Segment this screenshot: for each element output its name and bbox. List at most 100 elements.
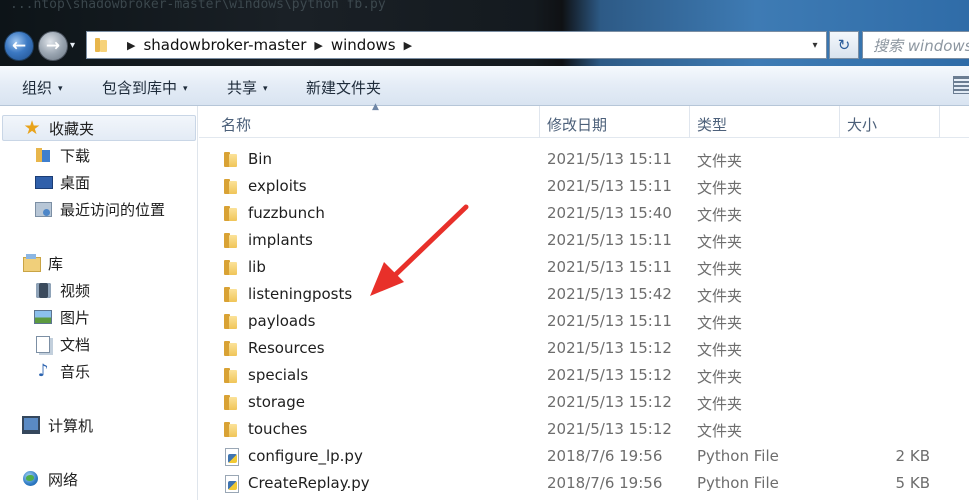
file-modified: 2018/7/6 19:56	[547, 474, 663, 492]
column-divider[interactable]	[539, 106, 540, 138]
file-name: Bin	[248, 150, 272, 168]
column-header-size[interactable]: 大小	[847, 114, 877, 135]
file-name: lib	[248, 258, 266, 276]
address-history-dropdown[interactable]: ▾	[804, 32, 826, 58]
background-window-text: ...ntop\shadowbroker-master\windows\pyth…	[10, 0, 386, 12]
search-input[interactable]: 搜索 windows	[862, 31, 969, 59]
nav-item-favorites[interactable]: ★ 收藏夹	[2, 115, 196, 141]
nav-item-music[interactable]: ♪ 音乐	[0, 358, 196, 384]
nav-item-documents[interactable]: 文档	[0, 331, 196, 357]
nav-item-label: 视频	[60, 281, 91, 300]
file-size: 2 KB	[895, 447, 930, 465]
nav-item-network[interactable]: 网络	[0, 466, 196, 492]
breadcrumb-windows[interactable]: windows	[331, 36, 396, 54]
file-name: touches	[248, 420, 308, 438]
file-row[interactable]: configure_lp.py 2018/7/6 19:56 Python Fi…	[199, 443, 969, 470]
chevron-down-icon: ▾	[183, 84, 188, 94]
back-button[interactable]: ←	[4, 31, 34, 61]
chevron-right-icon[interactable]: ▶	[404, 39, 412, 52]
file-row[interactable]: Resources 2021/5/13 15:12 文件夹	[199, 335, 969, 362]
folder-icon	[223, 394, 239, 411]
column-header-row: ▲ 名称 修改日期 类型 大小	[199, 102, 969, 138]
libraries-icon	[22, 254, 41, 272]
file-row[interactable]: fuzzbunch 2021/5/13 15:40 文件夹	[199, 200, 969, 227]
nav-item-label: 收藏夹	[49, 119, 95, 138]
arrow-left-icon: ←	[11, 36, 27, 56]
file-type: Python File	[697, 474, 779, 492]
share-menu[interactable]: 共享 ▾	[227, 77, 268, 98]
folder-icon	[223, 286, 239, 303]
column-divider[interactable]	[939, 106, 940, 138]
file-row[interactable]: storage 2021/5/13 15:12 文件夹	[199, 389, 969, 416]
file-modified: 2021/5/13 15:11	[547, 312, 672, 330]
folder-icon	[223, 151, 239, 168]
file-type: 文件夹	[697, 422, 743, 440]
organize-label: 组织	[22, 79, 53, 97]
column-divider[interactable]	[839, 106, 840, 138]
documents-library-icon	[34, 335, 52, 353]
file-modified: 2021/5/13 15:11	[547, 177, 672, 195]
file-row[interactable]: specials 2021/5/13 15:12 文件夹	[199, 362, 969, 389]
address-bar[interactable]: ▶ shadowbroker-master ▶ windows ▶ ▾	[86, 31, 827, 59]
column-header-type[interactable]: 类型	[697, 114, 727, 135]
column-header-name[interactable]: 名称	[221, 114, 251, 135]
nav-item-downloads[interactable]: 下载	[0, 142, 196, 168]
share-label: 共享	[227, 79, 258, 97]
file-row[interactable]: CreateReplay.py 2018/7/6 19:56 Python Fi…	[199, 470, 969, 497]
nav-item-label: 图片	[60, 308, 91, 327]
star-icon: ★	[23, 117, 41, 139]
file-modified: 2021/5/13 15:12	[547, 393, 672, 411]
recent-places-icon	[34, 200, 52, 218]
nav-item-computer[interactable]: 计算机	[0, 412, 196, 438]
nav-item-recent-places[interactable]: 最近访问的位置	[0, 196, 196, 222]
file-row[interactable]: lib 2021/5/13 15:11 文件夹	[199, 254, 969, 281]
column-header-modified[interactable]: 修改日期	[547, 114, 607, 135]
organize-menu[interactable]: 组织 ▾	[22, 77, 63, 98]
command-bar: 组织 ▾ 包含到库中 ▾ 共享 ▾ 新建文件夹	[0, 66, 969, 106]
file-type: 文件夹	[697, 314, 743, 332]
file-row[interactable]: Bin 2021/5/13 15:11 文件夹	[199, 146, 969, 173]
file-row[interactable]: listeningposts 2021/5/13 15:42 文件夹	[199, 281, 969, 308]
downloads-folder-icon	[34, 146, 52, 164]
file-name: exploits	[248, 177, 307, 195]
refresh-button[interactable]: ↻	[829, 31, 859, 59]
file-modified: 2021/5/13 15:42	[547, 285, 672, 303]
file-modified: 2021/5/13 15:40	[547, 204, 672, 222]
nav-item-libraries[interactable]: 库	[0, 250, 196, 276]
chevron-right-icon[interactable]: ▶	[127, 39, 135, 52]
file-row[interactable]: payloads 2021/5/13 15:11 文件夹	[199, 308, 969, 335]
file-type: 文件夹	[697, 179, 743, 197]
folder-icon	[223, 367, 239, 384]
file-modified: 2021/5/13 15:11	[547, 231, 672, 249]
file-type: 文件夹	[697, 260, 743, 278]
file-type: 文件夹	[697, 287, 743, 305]
forward-button[interactable]: →	[38, 31, 68, 61]
nav-item-pictures[interactable]: 图片	[0, 304, 196, 330]
file-row[interactable]: exploits 2021/5/13 15:11 文件夹	[199, 173, 969, 200]
nav-item-desktop[interactable]: 桌面	[0, 169, 196, 195]
file-row[interactable]: touches 2021/5/13 15:12 文件夹	[199, 416, 969, 443]
include-in-library-menu[interactable]: 包含到库中 ▾	[102, 77, 188, 98]
file-name: CreateReplay.py	[248, 474, 370, 492]
navigation-pane: ★ 收藏夹 下载 桌面 最近访问的位置 库 视频 图片 文档 ♪ 音乐 计算机 …	[0, 106, 198, 500]
folder-icon	[223, 421, 239, 438]
folder-icon	[223, 178, 239, 195]
python-file-icon	[223, 475, 239, 493]
column-divider[interactable]	[689, 106, 690, 138]
view-options-icon[interactable]	[953, 76, 969, 94]
file-modified: 2021/5/13 15:12	[547, 339, 672, 357]
file-size: 5 KB	[895, 474, 930, 492]
python-file-icon	[223, 448, 239, 466]
recent-pages-dropdown[interactable]: ▾	[70, 40, 75, 51]
breadcrumb-shadowbroker-master[interactable]: shadowbroker-master	[143, 36, 306, 54]
nav-item-videos[interactable]: 视频	[0, 277, 196, 303]
folder-icon	[223, 259, 239, 276]
file-row[interactable]: implants 2021/5/13 15:11 文件夹	[199, 227, 969, 254]
chevron-right-icon[interactable]: ▶	[314, 39, 322, 52]
new-folder-button[interactable]: 新建文件夹	[306, 77, 381, 98]
file-name: implants	[248, 231, 313, 249]
nav-item-label: 库	[48, 254, 64, 273]
file-list: ▲ 名称 修改日期 类型 大小 Bin 2021/5/13 15:11 文件夹 …	[199, 102, 969, 500]
folder-icon	[223, 205, 239, 222]
file-modified: 2021/5/13 15:12	[547, 420, 672, 438]
